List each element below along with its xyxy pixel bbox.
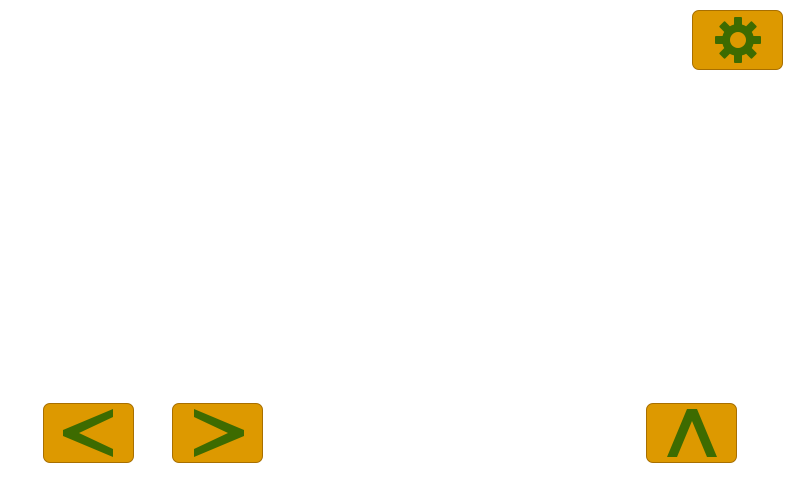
chevron-right-icon	[190, 407, 246, 459]
next-button[interactable]	[172, 403, 263, 463]
up-button[interactable]	[646, 403, 737, 463]
chevron-up-icon	[665, 407, 719, 459]
settings-button[interactable]	[692, 10, 783, 70]
gear-icon	[714, 16, 762, 64]
previous-button[interactable]	[43, 403, 134, 463]
chevron-left-icon	[61, 407, 117, 459]
main-screen	[0, 0, 800, 480]
